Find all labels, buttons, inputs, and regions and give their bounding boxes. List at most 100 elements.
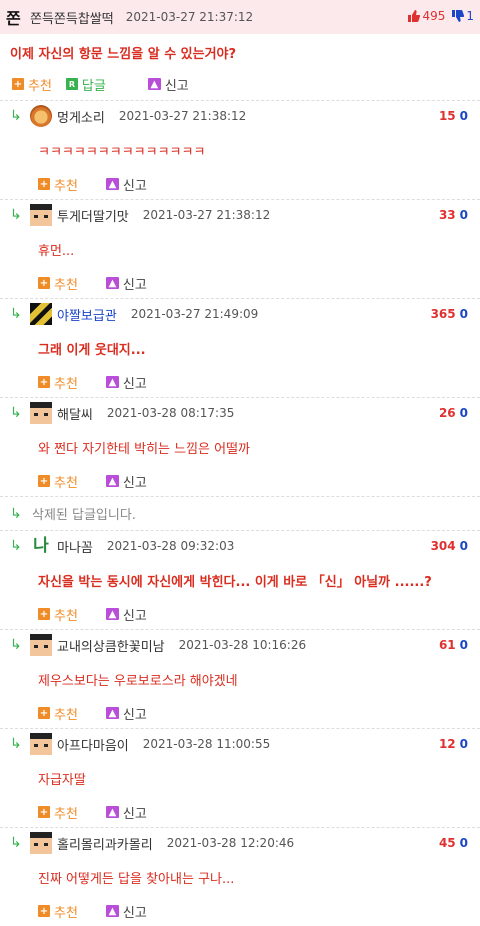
text-avatar: 나: [33, 536, 49, 556]
comment-score: 45 0: [438, 836, 468, 850]
recommend-button[interactable]: + 추천: [38, 803, 78, 822]
report-button[interactable]: ▲ 신고: [105, 704, 147, 723]
plus-icon: +: [38, 475, 50, 487]
comment-time: 2021-03-28 10:16:26: [178, 638, 307, 652]
comment-item: ↳ 교내의상큼한꽃미남 2021-03-28 10:16:26 61 0 제우스보…: [0, 629, 480, 728]
reply-arrow-icon: ↳: [10, 306, 22, 322]
report-button[interactable]: ▲ 신고: [105, 605, 147, 624]
comment-actions: + 추천 ▲ 신고: [0, 797, 480, 827]
reply-arrow-icon: ↳: [10, 538, 22, 554]
comment-time: 2021-03-28 09:32:03: [106, 539, 235, 553]
comment-item: ↳ 투게더딸기맛 2021-03-27 21:38:12 33 0 휴먼... +…: [0, 199, 480, 298]
report-icon: ▲: [105, 608, 119, 620]
recommend-button[interactable]: + 추천: [38, 274, 78, 293]
plus-icon: +: [38, 707, 50, 719]
comment-item: ↳ 아프다마음이 2021-03-28 11:00:55 12 0 자급자딸 + 추…: [0, 728, 480, 827]
report-icon: ▲: [105, 376, 119, 388]
report-icon: ▲: [105, 277, 119, 289]
comment-nick[interactable]: 투게더딸기맛: [57, 206, 129, 225]
comment-time: 2021-03-27 21:38:12: [142, 208, 271, 222]
deleted-text: 삭제된 답글입니다.: [32, 508, 136, 523]
comment-score: 61 0: [438, 638, 468, 652]
reply-icon: R: [65, 78, 78, 90]
down-count: 1: [466, 9, 474, 23]
recommend-button[interactable]: + 추천: [38, 175, 78, 194]
post-header: 쫀 쫀득쫀득찹쌀떡 2021-03-27 21:37:12 495 1: [0, 0, 480, 34]
recommend-button[interactable]: + 추천: [38, 902, 78, 921]
comment-body: 제우스보다는 우로보로스라 해야겠네: [38, 673, 238, 689]
comment-body: 휴먼...: [38, 243, 75, 259]
recommend-button[interactable]: + 추천: [38, 472, 78, 491]
comment-time: 2021-03-28 08:17:35: [106, 406, 235, 420]
author-nick[interactable]: 쫀득쫀득찹쌀떡: [30, 8, 114, 27]
recommend-button[interactable]: + 추천: [38, 373, 78, 392]
comment-body: 자신을 박는 동시에 자신에게 박힌다... 이게 바로 「신」 아닐까 ...…: [38, 574, 432, 590]
reply-arrow-icon: ↳: [10, 108, 22, 124]
comment-body: 와 쩐다 자기한테 박히는 느낌은 어떨까: [38, 441, 251, 457]
plus-icon: +: [38, 608, 50, 620]
comment-score: 304 0: [430, 539, 468, 553]
comment-nick[interactable]: 교내의상큼한꽃미남: [57, 636, 165, 655]
comment-item: ↳ 홀리몰리과카몰리 2021-03-28 12:20:46 45 0 진짜 어떻…: [0, 827, 480, 926]
comment-score: 26 0: [438, 406, 468, 420]
report-icon: ▲: [147, 78, 161, 90]
comment-item: ↳ 해달씨 2021-03-28 08:17:35 26 0 와 쩐다 자기한테 …: [0, 397, 480, 496]
comment-nick[interactable]: 야짤보급관: [57, 305, 117, 324]
report-icon: ▲: [105, 806, 119, 818]
report-button[interactable]: ▲ 신고: [105, 175, 147, 194]
comment-actions: + 추천 ▲ 신고: [0, 698, 480, 728]
deleted-reply: ↳ 삭제된 답글입니다.: [0, 496, 480, 530]
report-icon: ▲: [105, 707, 119, 719]
pixel-face-avatar: [30, 733, 52, 755]
plus-icon: +: [38, 277, 50, 289]
comment-nick[interactable]: 멍게소리: [57, 107, 105, 126]
pixel-face-avatar: [30, 402, 52, 424]
reply-arrow-icon: ↳: [10, 835, 22, 851]
recommend-button[interactable]: + 추천: [38, 704, 78, 723]
comment-actions: + 추천 ▲ 신고: [0, 466, 480, 496]
pixel-face-avatar: [30, 634, 52, 656]
comment-nick[interactable]: 해달씨: [57, 404, 93, 423]
report-icon: ▲: [105, 905, 119, 917]
comment-nick[interactable]: 아프다마음이: [57, 735, 129, 754]
comment-score: 365 0: [430, 307, 468, 321]
comment-body: 그래 이게 웃대지...: [38, 342, 146, 358]
comment-nick[interactable]: 홀리몰리과카몰리: [57, 834, 153, 853]
report-button[interactable]: ▲ 신고: [105, 803, 147, 822]
report-button[interactable]: ▲ 신고: [105, 373, 147, 392]
report-icon: ▲: [105, 475, 119, 487]
comment-item: ↳ 야짤보급관 2021-03-27 21:49:09 365 0 그래 이게 웃…: [0, 298, 480, 397]
thumbs-up-icon[interactable]: [407, 10, 421, 22]
comment-list: ↳ 멍게소리 2021-03-27 21:38:12 15 0 ㅋㅋㅋㅋㅋㅋㅋㅋㅋ…: [0, 100, 480, 926]
comment-body: ㅋㅋㅋㅋㅋㅋㅋㅋㅋㅋㅋㅋㅋㅋ: [38, 144, 206, 160]
comment-score: 12 0: [438, 737, 468, 751]
report-button[interactable]: ▲ 신고: [105, 902, 147, 921]
comment-actions: + 추천 ▲ 신고: [0, 599, 480, 629]
comment-actions: + 추천 ▲ 신고: [0, 169, 480, 199]
comment-actions: + 추천 ▲ 신고: [0, 367, 480, 397]
comment-actions: + 추천 ▲ 신고: [0, 896, 480, 926]
post-time: 2021-03-27 21:37:12: [125, 10, 254, 24]
comment-item: ↳ 멍게소리 2021-03-27 21:38:12 15 0 ㅋㅋㅋㅋㅋㅋㅋㅋㅋ…: [0, 100, 480, 199]
post-votes: 495 1: [407, 9, 474, 23]
post-title: 이제 자신의 항문 느낌을 알 수 있는거야?: [10, 47, 237, 62]
report-icon: ▲: [105, 178, 119, 190]
comment-body: 자급자딸: [38, 772, 86, 788]
author-badge: 쫀: [6, 9, 21, 28]
plus-icon: +: [38, 806, 50, 818]
recommend-button[interactable]: + 추천: [38, 605, 78, 624]
lion-avatar: [30, 105, 52, 127]
up-count: 495: [422, 9, 446, 23]
reply-arrow-icon: ↳: [10, 736, 22, 752]
reply-arrow-icon: ↳: [10, 207, 22, 223]
comment-body: 진짜 어떻게든 답을 찾아내는 구나...: [38, 871, 235, 887]
comment-nick[interactable]: 마나꼼: [57, 537, 93, 556]
report-button[interactable]: ▲ 신고: [105, 274, 147, 293]
plus-icon: +: [38, 905, 50, 917]
reply-button[interactable]: R 답글: [65, 75, 106, 94]
recommend-button[interactable]: + 추천: [12, 75, 52, 94]
report-button[interactable]: ▲ 신고: [147, 75, 189, 94]
post-actions: + 추천 R 답글 ▲ 신고: [0, 68, 480, 100]
thumbs-down-icon[interactable]: [451, 10, 465, 22]
report-button[interactable]: ▲ 신고: [105, 472, 147, 491]
